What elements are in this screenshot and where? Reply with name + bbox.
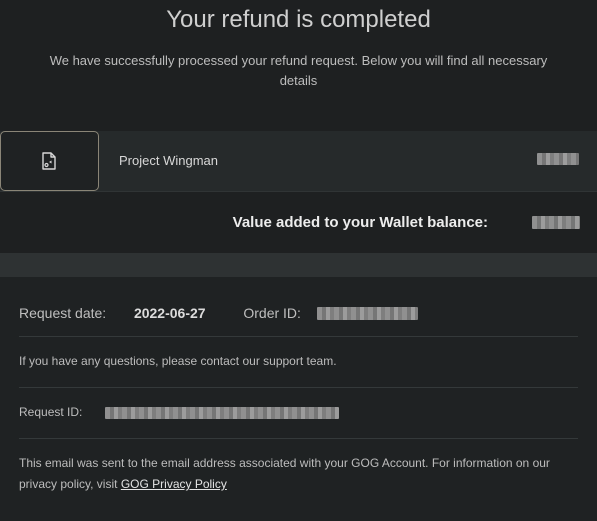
game-file-icon bbox=[42, 152, 56, 170]
footer-message: This email was sent to the email address… bbox=[19, 456, 550, 491]
request-date-value: 2022-06-27 bbox=[133, 305, 206, 321]
request-date-label: Request date: bbox=[19, 305, 107, 321]
header: Your refund is completed We have success… bbox=[0, 0, 597, 131]
wallet-amount-redacted bbox=[532, 216, 580, 229]
page-subtitle: We have successfully processed your refu… bbox=[49, 53, 548, 88]
page-title: Your refund is completed bbox=[166, 6, 431, 33]
wallet-row: Value added to your Wallet balance: bbox=[0, 192, 597, 253]
support-text: If you have any questions, please contac… bbox=[19, 354, 337, 368]
request-id-redacted bbox=[105, 407, 339, 419]
divider bbox=[19, 438, 578, 439]
product-price-redacted bbox=[537, 153, 579, 165]
request-id-label: Request ID: bbox=[19, 405, 83, 419]
product-row: Project Wingman bbox=[0, 131, 597, 192]
footer-text: This email was sent to the email address… bbox=[19, 453, 578, 495]
request-info-row: Request date: 2022-06-27 Order ID: bbox=[19, 305, 301, 321]
product-thumbnail bbox=[0, 131, 99, 191]
divider bbox=[19, 336, 578, 337]
order-id-label: Order ID: bbox=[243, 305, 301, 321]
privacy-policy-link[interactable]: GOG Privacy Policy bbox=[121, 477, 227, 491]
product-name: Project Wingman bbox=[119, 153, 218, 168]
section-divider-band bbox=[0, 253, 597, 277]
order-id-redacted bbox=[317, 307, 418, 320]
wallet-balance-label: Value added to your Wallet balance: bbox=[232, 214, 488, 231]
divider bbox=[19, 387, 578, 388]
